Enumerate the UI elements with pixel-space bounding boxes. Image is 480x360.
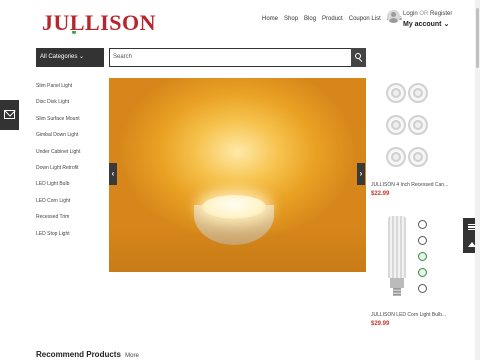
hero-prev-button[interactable]: ‹ [109, 163, 117, 185]
user-avatar-icon[interactable] [387, 10, 400, 23]
sidebar-item-led-corn-light[interactable]: LED Corn Light [36, 193, 106, 209]
product-title[interactable]: JULLISON 4 Inch Recessed Can... [371, 182, 448, 188]
recommend-title: Recommend Products [36, 350, 121, 359]
or-separator: OR [419, 11, 429, 17]
recommend-products-heading: Recommend Products More [36, 350, 139, 359]
nav-coupon-list[interactable]: Coupon List [349, 16, 381, 22]
category-sidebar: Slim Panel Light Disc Disk Light Slim Su… [36, 78, 106, 242]
list-icon [468, 224, 475, 230]
chevron-down-icon: ⌄ [443, 21, 450, 28]
sidebar-item-led-light-bulb[interactable]: LED Light Bulb [36, 176, 106, 192]
my-account-label: My account [403, 21, 442, 28]
sidebar-item-disc-disk-light[interactable]: Disc Disk Light [36, 94, 106, 110]
page: JULLISON Home Shop Blog Product Coupon L… [0, 0, 480, 360]
search-button[interactable] [351, 48, 366, 67]
register-link[interactable]: Register [430, 11, 452, 17]
certification-badge-icon [418, 284, 427, 293]
product-price: $29.99 [371, 321, 390, 327]
nav-shop[interactable]: Shop [284, 16, 298, 22]
product-image-corn-light[interactable] [386, 216, 408, 296]
my-account-dropdown[interactable]: My account ⌄ [403, 20, 449, 28]
brand-logo[interactable]: JULLISON [42, 10, 156, 36]
search-placeholder: Search [113, 54, 133, 60]
sidebar-item-gimbal-down-light[interactable]: Gimbal Down Light [36, 127, 106, 143]
energy-badge-icon [418, 268, 427, 277]
hero-banner[interactable] [109, 78, 366, 272]
mail-side-tab[interactable] [0, 100, 19, 130]
recommend-more-link[interactable]: More [125, 353, 139, 359]
energy-badge-icon [418, 252, 427, 261]
search-input[interactable]: Search [109, 48, 351, 67]
account-links: Login OR Register [403, 11, 452, 17]
sidebar-item-under-cabinet-light[interactable]: Under Cabinet Light [36, 144, 106, 160]
logo-text: JULLISON [42, 10, 157, 35]
sidebar-item-down-light-retrofit[interactable]: Down Light Retrofit [36, 160, 106, 176]
sidebar-item-led-stop-light[interactable]: LED Stop Light [36, 226, 106, 242]
product-price: $22.99 [371, 191, 390, 197]
sidebar-item-recessed-trim[interactable]: Recessed Trim [36, 209, 106, 225]
nav-product[interactable]: Product [322, 16, 343, 22]
main-nav: Home Shop Blog Product Coupon List News [262, 16, 408, 22]
sidebar-item-slim-surface-mount[interactable]: Slim Surface Mount [36, 111, 106, 127]
certification-badge-icon [418, 220, 427, 229]
mail-icon [4, 110, 15, 119]
product-image-recessed-can[interactable] [382, 80, 432, 176]
all-categories-label: All Categories [40, 54, 78, 60]
all-categories-button[interactable]: All Categories ⌄ [36, 48, 104, 67]
nav-home[interactable]: Home [262, 16, 278, 22]
certification-badge-icon [418, 236, 427, 245]
product-title[interactable]: JULLISON LED Corn Light Bulb... [371, 312, 446, 318]
scrollbar-thumb[interactable] [476, 8, 479, 68]
login-link[interactable]: Login [403, 11, 418, 17]
nav-blog[interactable]: Blog [304, 16, 316, 22]
chevron-down-icon: ⌄ [79, 54, 85, 60]
hero-next-button[interactable]: › [357, 163, 365, 185]
sidebar-item-slim-panel-light[interactable]: Slim Panel Light [36, 78, 106, 94]
